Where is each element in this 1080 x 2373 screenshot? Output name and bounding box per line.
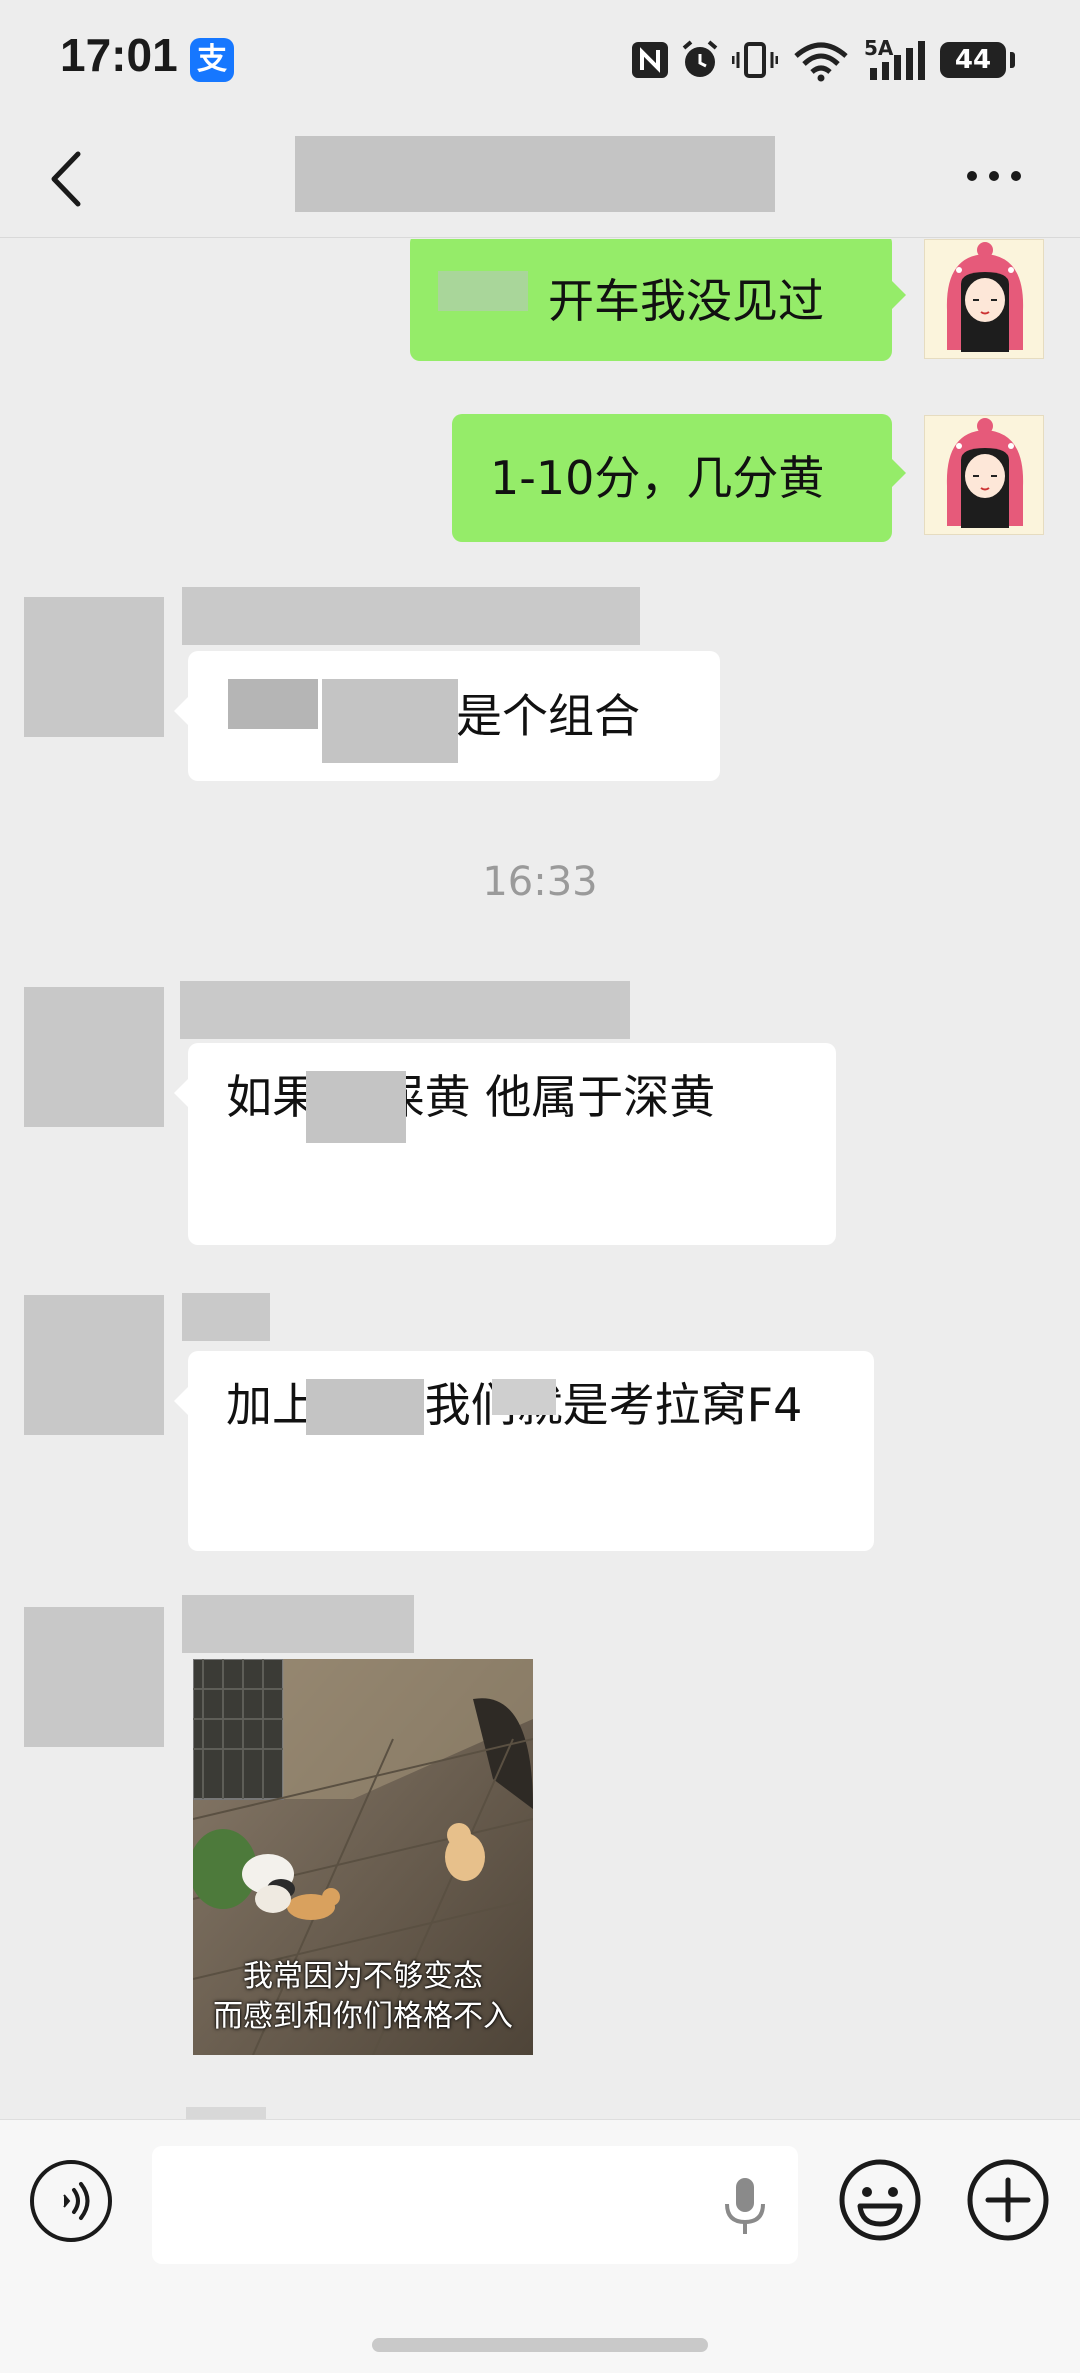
message-input[interactable] <box>152 2146 798 2264</box>
outgoing-message-bubble[interactable]: 1-10分，几分黄 <box>452 414 892 542</box>
image-message[interactable]: 我常因为不够变态 而感到和你们格格不入 <box>193 1659 533 2055</box>
redaction-mask <box>438 271 528 311</box>
alarm-icon <box>682 40 718 77</box>
self-avatar[interactable] <box>924 239 1044 359</box>
bubble-tail <box>174 1387 188 1415</box>
sender-name-redacted <box>182 1293 270 1341</box>
bubble-tail <box>174 697 188 725</box>
chevron-left-icon[interactable] <box>40 148 96 210</box>
message-text: 如果 是屎黄 他属于深黄 <box>226 1070 716 1124</box>
contact-avatar[interactable] <box>24 987 164 1127</box>
contact-avatar[interactable] <box>24 597 164 737</box>
more-dots-icon[interactable] <box>964 164 1024 188</box>
nfc-icon <box>632 42 668 78</box>
contact-avatar[interactable] <box>24 1607 164 1747</box>
battery-tip <box>1010 52 1015 68</box>
redaction-mask <box>492 1379 556 1415</box>
status-bar: 17:01 支 5A 44 <box>0 0 1080 120</box>
chat-header <box>0 120 1080 238</box>
chat-message-list[interactable]: 开车我没见过 1-10分，几分黄 是个组合 16:33 如果 是屎黄 他属于深黄… <box>0 239 1080 2119</box>
girl-avatar-icon <box>946 242 1024 352</box>
girl-avatar-icon <box>946 418 1024 528</box>
sender-name-redacted <box>186 2107 266 2119</box>
message-text: 1-10分，几分黄 <box>490 451 825 505</box>
redaction-mask <box>228 679 318 729</box>
incoming-message-bubble[interactable]: 如果 是屎黄 他属于深黄 <box>188 1043 836 1245</box>
redaction-mask <box>306 1379 424 1435</box>
redaction-mask <box>322 679 458 763</box>
message-text: 开车我没见过 <box>548 274 824 328</box>
self-avatar[interactable] <box>924 415 1044 535</box>
emoji-icon[interactable] <box>838 2158 922 2242</box>
image-caption-line: 而感到和你们格格不入 <box>213 1999 513 2034</box>
voice-icon[interactable] <box>30 2160 112 2242</box>
bubble-tail <box>892 459 906 487</box>
microphone-icon[interactable] <box>722 2176 768 2238</box>
voice-wave-glyph <box>63 2182 90 2220</box>
contact-avatar[interactable] <box>24 1295 164 1435</box>
redaction-mask <box>306 1071 406 1143</box>
home-indicator[interactable] <box>372 2338 708 2352</box>
alipay-notification-icon: 支 <box>190 38 234 82</box>
message-text: 是个组合 <box>456 689 640 743</box>
bubble-tail <box>892 281 906 309</box>
plus-icon[interactable] <box>966 2158 1050 2242</box>
image-caption-line: 我常因为不够变态 <box>243 1959 483 1994</box>
wifi-icon <box>794 42 848 82</box>
status-time: 17:01 <box>60 29 178 81</box>
sender-name-redacted <box>180 981 630 1039</box>
battery-indicator: 44 <box>940 42 1006 78</box>
sender-name-redacted <box>182 1595 414 1653</box>
image-caption: 我常因为不够变态 而感到和你们格格不入 <box>193 1957 533 2037</box>
chat-timestamp: 16:33 <box>482 859 598 905</box>
signal-strength-icon <box>870 41 925 80</box>
vibrate-icon <box>732 42 778 78</box>
sender-name-redacted <box>182 587 640 645</box>
bubble-tail <box>174 1079 188 1107</box>
chat-title-redacted <box>295 136 775 212</box>
input-bar <box>0 2119 1080 2373</box>
